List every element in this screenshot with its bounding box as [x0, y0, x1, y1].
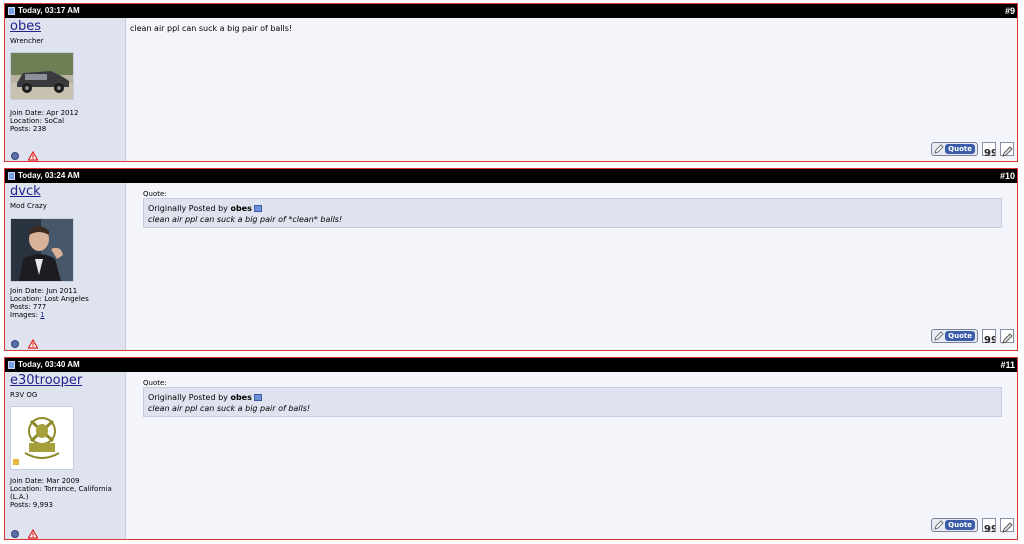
post-number-link[interactable]: #10 [1000, 171, 1015, 181]
user-info: Join Date: Jun 2011 Location: Lost Angel… [10, 287, 125, 319]
post-header: Today, 03:17 AM #9 [5, 4, 1017, 18]
post-11: Today, 03:40 AM #11 e30trooper R3V OG Jo… [4, 357, 1018, 540]
post-count: Posts: 238 [10, 125, 47, 133]
post-date: Today, 03:17 AM [18, 6, 80, 15]
user-info: Join Date: Apr 2012 Location: SoCal Post… [10, 109, 125, 133]
post-number-link[interactable]: #11 [1000, 360, 1015, 370]
post-message: clean air ppl can suck a big pair of bal… [130, 24, 293, 33]
post-number-link[interactable]: #9 [1005, 6, 1015, 16]
post-body: obes Wrencher Join Date: Apr 2012 Locati [5, 18, 1017, 161]
quote-label: Quote: [143, 379, 167, 387]
location: Location: Lost Angeles [10, 295, 89, 303]
join-date: Join Date: Jun 2011 [10, 287, 78, 295]
car-photo-avatar[interactable] [10, 52, 74, 100]
post-header: Today, 03:24 AM #10 [5, 169, 1017, 183]
quote-text: clean air ppl can suck a big pair of bal… [148, 404, 311, 413]
report-post-icon[interactable] [27, 334, 39, 353]
images-label: Images: [10, 311, 38, 319]
quote-attribution: Originally Posted by obes [148, 204, 262, 213]
quick-reply-button[interactable] [1000, 142, 1014, 157]
post-document-icon [8, 172, 15, 180]
quote-author: obes [230, 393, 252, 402]
location: Location: SoCal [10, 117, 65, 125]
quote-button-label: Quote [945, 144, 975, 154]
quote-by-label: Originally Posted by [148, 393, 228, 402]
quote-label: Quote: [143, 190, 167, 198]
svg-text:99: 99 [984, 524, 995, 534]
svg-text:99: 99 [984, 148, 995, 158]
user-info: Join Date: Mar 2009 Location: Torrance, … [10, 477, 125, 509]
user-sidebar: e30trooper R3V OG Join Date: Mar 2009 Lo… [5, 372, 126, 539]
mascot-logo-avatar[interactable] [10, 406, 74, 470]
post-count: Posts: 9,993 [10, 501, 53, 509]
quote-attribution: Originally Posted by obes [148, 393, 262, 402]
view-post-icon[interactable] [253, 205, 262, 212]
username-link[interactable]: e30trooper [10, 374, 82, 388]
quote-button-label: Quote [945, 520, 975, 530]
post-body: dvck Mod Crazy Join Date: Jun 2011 Locat… [5, 183, 1017, 350]
quick-reply-button[interactable] [1000, 518, 1014, 533]
quote-box: Originally Posted by obes clean air ppl … [143, 198, 1002, 228]
user-title: R3V OG [10, 391, 38, 399]
quote-author: obes [230, 204, 252, 213]
join-date: Join Date: Mar 2009 [10, 477, 80, 485]
join-date: Join Date: Apr 2012 [10, 109, 79, 117]
quote-button[interactable]: Quote [931, 329, 978, 343]
status-icons [11, 523, 39, 543]
post-document-icon [8, 7, 15, 15]
quote-box: Originally Posted by obes clean air ppl … [143, 387, 1002, 417]
quote-button-label: Quote [945, 331, 975, 341]
post-content: clean air ppl can suck a big pair of bal… [130, 18, 1017, 161]
offline-status-icon [11, 529, 19, 538]
post-actions: Quote 99 [931, 518, 1014, 535]
offline-status-icon [11, 339, 19, 348]
quote-button[interactable]: Quote [931, 518, 978, 532]
quick-reply-button[interactable] [1000, 329, 1014, 344]
multi-quote-button[interactable]: 99 [982, 142, 998, 159]
post-count: Posts: 777 [10, 303, 47, 311]
report-post-icon[interactable] [27, 146, 39, 165]
pen-icon [934, 331, 944, 341]
post-10: Today, 03:24 AM #10 dvck Mod Crazy Join … [4, 168, 1018, 351]
images-count-link[interactable]: 1 [40, 311, 44, 319]
offline-status-icon [11, 151, 19, 160]
username-link[interactable]: obes [10, 20, 41, 34]
post-content: Quote: Originally Posted by obes clean a… [130, 183, 1017, 350]
multi-quote-button[interactable]: 99 [982, 329, 998, 346]
post-date: Today, 03:40 AM [18, 360, 80, 369]
person-photo-avatar[interactable] [10, 218, 74, 282]
post-document-icon [8, 361, 15, 369]
user-sidebar: obes Wrencher Join Date: Apr 2012 Locati [5, 18, 126, 161]
images-count-row: Images: 1 [10, 311, 125, 319]
status-icons [11, 333, 39, 353]
user-sidebar: dvck Mod Crazy Join Date: Jun 2011 Locat… [5, 183, 126, 350]
username-link[interactable]: dvck [10, 185, 41, 199]
status-icons [11, 145, 39, 165]
pen-icon [934, 144, 944, 154]
post-9: Today, 03:17 AM #9 obes Wrencher Join Da… [4, 3, 1018, 162]
multi-quote-button[interactable]: 99 [982, 518, 998, 535]
view-post-icon[interactable] [253, 394, 262, 401]
quote-by-label: Originally Posted by [148, 204, 228, 213]
location-continued: (L.A.) [10, 493, 29, 501]
post-actions: Quote 99 [931, 329, 1014, 346]
location: Location: Torrance, California [10, 485, 112, 493]
post-date: Today, 03:24 AM [18, 171, 80, 180]
report-post-icon[interactable] [27, 524, 39, 543]
user-title: Wrencher [10, 37, 44, 45]
post-body: e30trooper R3V OG Join Date: Mar 2009 Lo… [5, 372, 1017, 539]
post-content: Quote: Originally Posted by obes clean a… [130, 372, 1017, 539]
quote-button[interactable]: Quote [931, 142, 978, 156]
post-header: Today, 03:40 AM #11 [5, 358, 1017, 372]
user-title: Mod Crazy [10, 202, 47, 210]
post-actions: Quote 99 [931, 142, 1014, 159]
pen-icon [934, 520, 944, 530]
quote-text: clean air ppl can suck a big pair of *cl… [148, 215, 343, 224]
svg-text:99: 99 [984, 335, 995, 345]
